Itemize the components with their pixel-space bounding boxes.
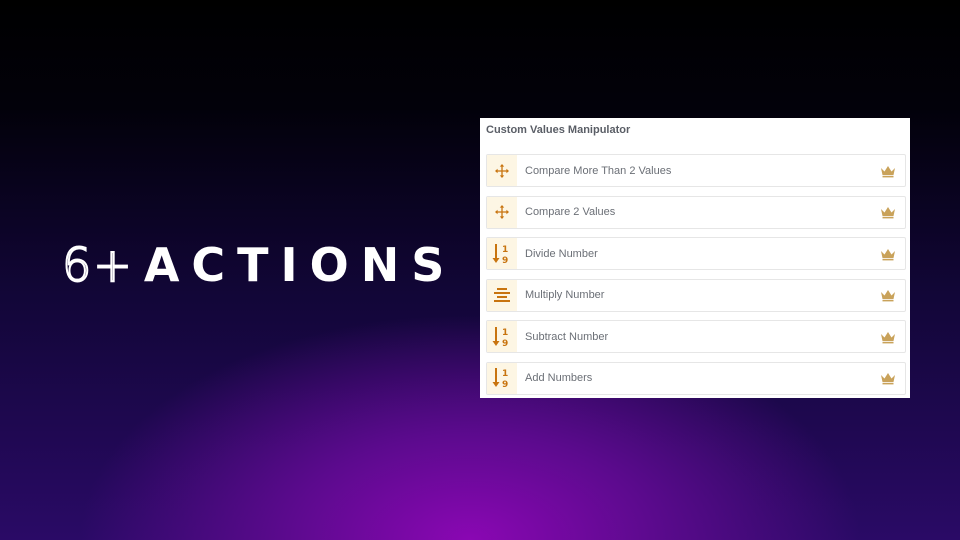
align-center-icon	[487, 279, 517, 311]
headline-number: 6+	[61, 238, 134, 292]
action-list: Compare More Than 2 Values Compare 2 Val…	[486, 154, 906, 403]
action-item-label: Add Numbers	[525, 372, 593, 384]
action-item-compare-more-than-2-values[interactable]: Compare More Than 2 Values	[486, 154, 906, 187]
crown-icon	[881, 331, 895, 343]
actions-panel: Custom Values Manipulator Compare More T…	[480, 118, 910, 398]
crown-icon	[881, 373, 895, 385]
action-item-compare-2-values[interactable]: Compare 2 Values	[486, 195, 906, 229]
action-item-subtract-number[interactable]: 19 Subtract Number	[486, 320, 906, 353]
sort-numeric-icon: 19	[487, 321, 517, 352]
svg-text:9: 9	[502, 339, 508, 348]
svg-text:9: 9	[502, 256, 508, 265]
sort-numeric-icon: 19	[487, 238, 517, 269]
action-item-add-numbers[interactable]: 19 Add Numbers	[486, 361, 906, 395]
move-arrows-icon	[487, 155, 517, 186]
headline-word: ACTIONS	[143, 238, 457, 292]
action-item-label: Compare More Than 2 Values	[525, 164, 672, 177]
panel-title: Custom Values Manipulator	[486, 124, 631, 136]
crown-icon	[881, 248, 895, 260]
headline: 6+ ACTIONS	[61, 238, 457, 292]
action-item-divide-number[interactable]: 19 Divide Number	[486, 237, 906, 270]
action-item-label: Divide Number	[525, 247, 598, 260]
move-arrows-icon	[487, 196, 517, 228]
action-item-label: Subtract Number	[525, 330, 609, 343]
sort-numeric-icon: 19	[487, 362, 517, 394]
crown-icon	[881, 290, 895, 302]
action-item-multiply-number[interactable]: Multiply Number	[486, 278, 906, 312]
svg-text:1: 1	[502, 245, 508, 255]
action-item-label: Multiply Number	[525, 289, 605, 301]
crown-icon	[881, 207, 895, 219]
action-item-label: Compare 2 Values	[525, 206, 616, 218]
crown-icon	[881, 165, 895, 177]
svg-text:1: 1	[502, 369, 508, 379]
svg-text:1: 1	[502, 328, 508, 338]
svg-text:9: 9	[502, 380, 508, 389]
